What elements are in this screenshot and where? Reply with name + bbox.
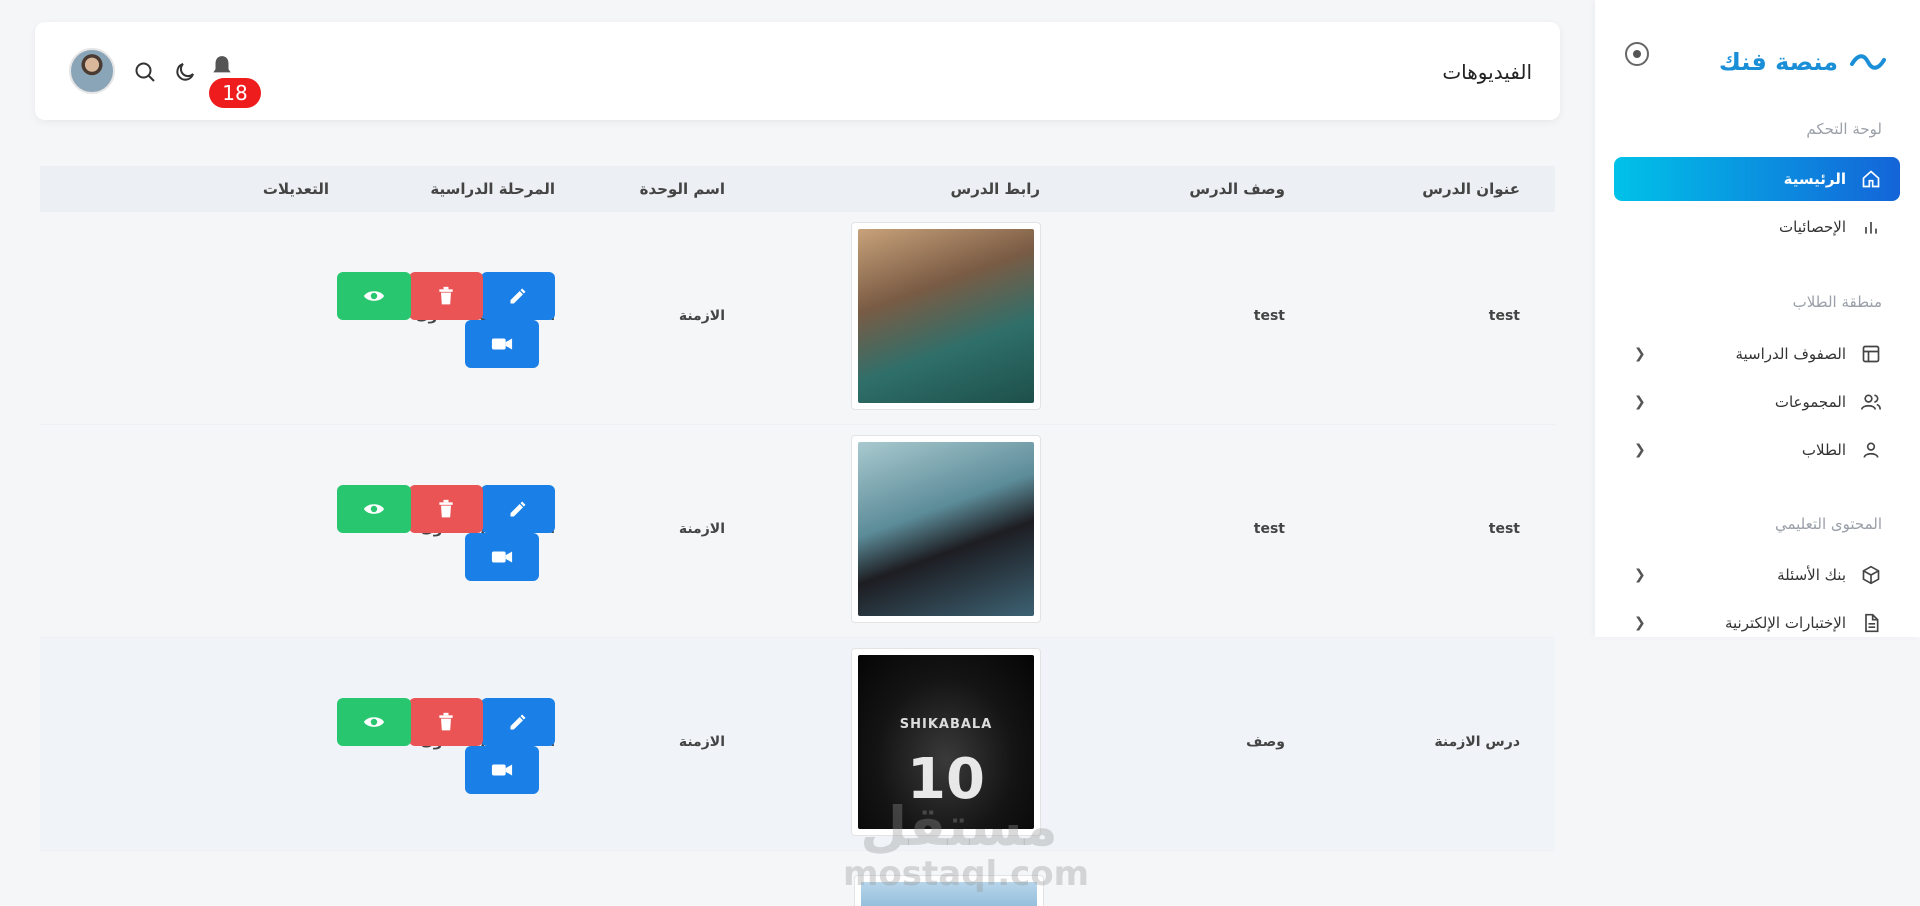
sidebar-item-statistics[interactable]: الإحصائيات (1614, 205, 1900, 249)
sidebar-item-classes[interactable]: الصفوف الدراسية ❮ (1614, 332, 1900, 376)
notification-badge: 18 (209, 78, 261, 108)
video-camera-icon (491, 338, 513, 350)
avatar[interactable] (69, 48, 115, 94)
chevron-left-icon: ❮ (1634, 567, 1646, 583)
lesson-title-cell: test (1488, 308, 1520, 324)
video-button[interactable] (465, 533, 539, 581)
sidebar-item-label: الصفوف الدراسية (1735, 345, 1846, 363)
chevron-left-icon: ❮ (1634, 346, 1646, 362)
sidebar-item-label: الرئيسية (1783, 170, 1846, 188)
video-button[interactable] (465, 746, 539, 794)
table-row: درس الازمنة وصف SHIKABALA 10 الازمنة الص… (40, 638, 1555, 851)
chevron-left-icon: ❮ (1634, 442, 1646, 458)
chevron-left-icon: ❮ (1634, 615, 1646, 631)
top-header: الفيديوهات 18 (35, 22, 1560, 120)
trash-icon (439, 499, 453, 518)
edit-button[interactable] (481, 272, 555, 320)
trash-icon (439, 286, 453, 305)
table-row: test test الازمنة الصف الثالث الثانوى (40, 212, 1555, 425)
thumbnail-text: SHIKABALA (899, 717, 993, 732)
brand-logo[interactable]: منصة فنك (1719, 48, 1886, 76)
video-button[interactable] (465, 320, 539, 368)
sidebar-item-exams[interactable]: الإختبارات الإلكترنية ❮ (1614, 601, 1900, 645)
trash-icon (439, 712, 453, 731)
stats-icon (1860, 216, 1882, 238)
moon-icon[interactable] (173, 60, 197, 84)
delete-button[interactable] (409, 698, 483, 746)
video-camera-icon (491, 764, 513, 776)
video-camera-icon (491, 551, 513, 563)
unit-name-cell: الازمنة (678, 521, 725, 537)
view-button[interactable] (337, 485, 411, 533)
watermark-arabic: مستقل (860, 795, 1058, 858)
lesson-image (858, 442, 1034, 616)
lesson-description-cell: وصف (1246, 734, 1285, 750)
bell-icon[interactable] (209, 54, 235, 80)
sidebar-item-label: المجموعات (1774, 393, 1846, 411)
section-label-dashboard: لوحة التحكم (1806, 120, 1882, 138)
section-label-students: منطقة الطلاب (1792, 293, 1882, 311)
eye-icon (363, 291, 385, 301)
column-header: رابط الدرس (950, 180, 1040, 198)
sidebar-item-label: الإحصائيات (1779, 218, 1846, 236)
search-icon[interactable] (133, 60, 157, 84)
table-row: test test الازمنة الصف الاول الثانوى (40, 425, 1555, 638)
unit-name-cell: الازمنة (678, 734, 725, 750)
lesson-description-cell: test (1253, 521, 1285, 537)
column-header: اسم الوحدة (639, 180, 725, 198)
eye-icon (363, 504, 385, 514)
sidebar-item-label: الإختبارات الإلكترنية (1724, 614, 1846, 632)
sidebar-toggle-icon[interactable] (1625, 42, 1649, 66)
column-header: وصف الدرس (1189, 180, 1285, 198)
sidebar-item-groups[interactable]: المجموعات ❮ (1614, 380, 1900, 424)
sidebar: منصة فنك لوحة التحكم الرئيسية الإحصائيات… (1595, 0, 1920, 637)
sidebar-item-question-bank[interactable]: بنك الأسئلة ❮ (1614, 553, 1900, 597)
section-label-content: المحتوى التعليمي (1774, 515, 1882, 533)
sidebar-item-label: الطلاب (1801, 441, 1846, 459)
chevron-left-icon: ❮ (1634, 394, 1646, 410)
sidebar-item-home[interactable]: الرئيسية (1614, 157, 1900, 201)
table-header: عنوان الدرس وصف الدرس رابط الدرس اسم الو… (40, 166, 1555, 212)
lesson-title-cell: test (1488, 521, 1520, 537)
watermark: مستقل mostaql.com (843, 795, 1090, 895)
brand-name: منصة فنك (1718, 48, 1838, 76)
watermark-latin: mostaql.com (843, 854, 1090, 894)
view-button[interactable] (337, 698, 411, 746)
column-header: المرحلة الدراسية (430, 180, 555, 198)
column-header: عنوان الدرس (1422, 180, 1520, 198)
layout-icon (1860, 343, 1882, 365)
lesson-thumbnail[interactable] (851, 435, 1041, 623)
delete-button[interactable] (409, 485, 483, 533)
cube-icon (1860, 564, 1882, 586)
edit-icon (510, 714, 526, 730)
edit-icon (510, 288, 526, 304)
sidebar-item-students[interactable]: الطلاب ❮ (1614, 428, 1900, 472)
sidebar-item-label: بنك الأسئلة (1777, 566, 1846, 584)
videos-table: عنوان الدرس وصف الدرس رابط الدرس اسم الو… (40, 166, 1555, 851)
eye-icon (363, 717, 385, 727)
delete-button[interactable] (409, 272, 483, 320)
column-header: التعديلات (262, 180, 329, 198)
user-icon (1860, 439, 1882, 461)
document-icon (1860, 612, 1882, 634)
home-icon (1860, 168, 1882, 190)
edit-button[interactable] (481, 698, 555, 746)
users-icon (1860, 391, 1882, 413)
lesson-image (858, 229, 1034, 403)
view-button[interactable] (337, 272, 411, 320)
brand-wave-icon (1850, 54, 1886, 70)
edit-button[interactable] (481, 485, 555, 533)
unit-name-cell: الازمنة (678, 308, 725, 324)
edit-icon (510, 501, 526, 517)
lesson-title-cell: درس الازمنة (1434, 734, 1520, 750)
page-title: الفيديوهات (1442, 60, 1532, 84)
lesson-description-cell: test (1253, 308, 1285, 324)
lesson-thumbnail[interactable] (851, 222, 1041, 410)
